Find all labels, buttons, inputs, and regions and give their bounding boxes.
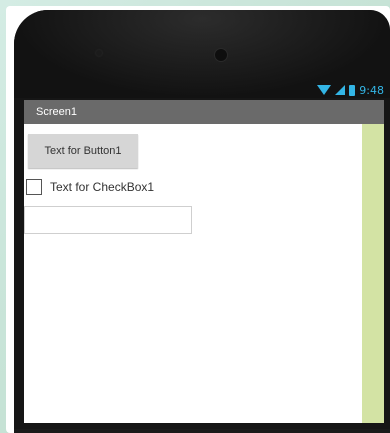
phone-bottom-edge xyxy=(14,429,390,433)
textbox1[interactable] xyxy=(24,206,192,234)
app-screen: Screen1 Text for Button1 Text for CheckB… xyxy=(24,100,384,423)
phone-top-bezel: 9:48 xyxy=(14,10,390,98)
sensor-icon xyxy=(96,50,102,56)
checkbox-box[interactable] xyxy=(26,179,42,195)
camera-icon xyxy=(214,48,228,62)
checkbox-label: Text for CheckBox1 xyxy=(50,180,155,194)
screen-title-bar: Screen1 xyxy=(24,100,384,124)
wifi-icon xyxy=(317,85,332,95)
screen-title: Screen1 xyxy=(36,106,77,118)
battery-icon xyxy=(349,84,356,96)
button1[interactable]: Text for Button1 xyxy=(28,134,138,168)
status-bar: 9:48 xyxy=(317,82,384,98)
signal-icon xyxy=(335,85,346,95)
status-time: 9:48 xyxy=(359,83,384,97)
side-strip xyxy=(362,124,384,423)
checkbox1[interactable]: Text for CheckBox1 xyxy=(26,178,154,196)
